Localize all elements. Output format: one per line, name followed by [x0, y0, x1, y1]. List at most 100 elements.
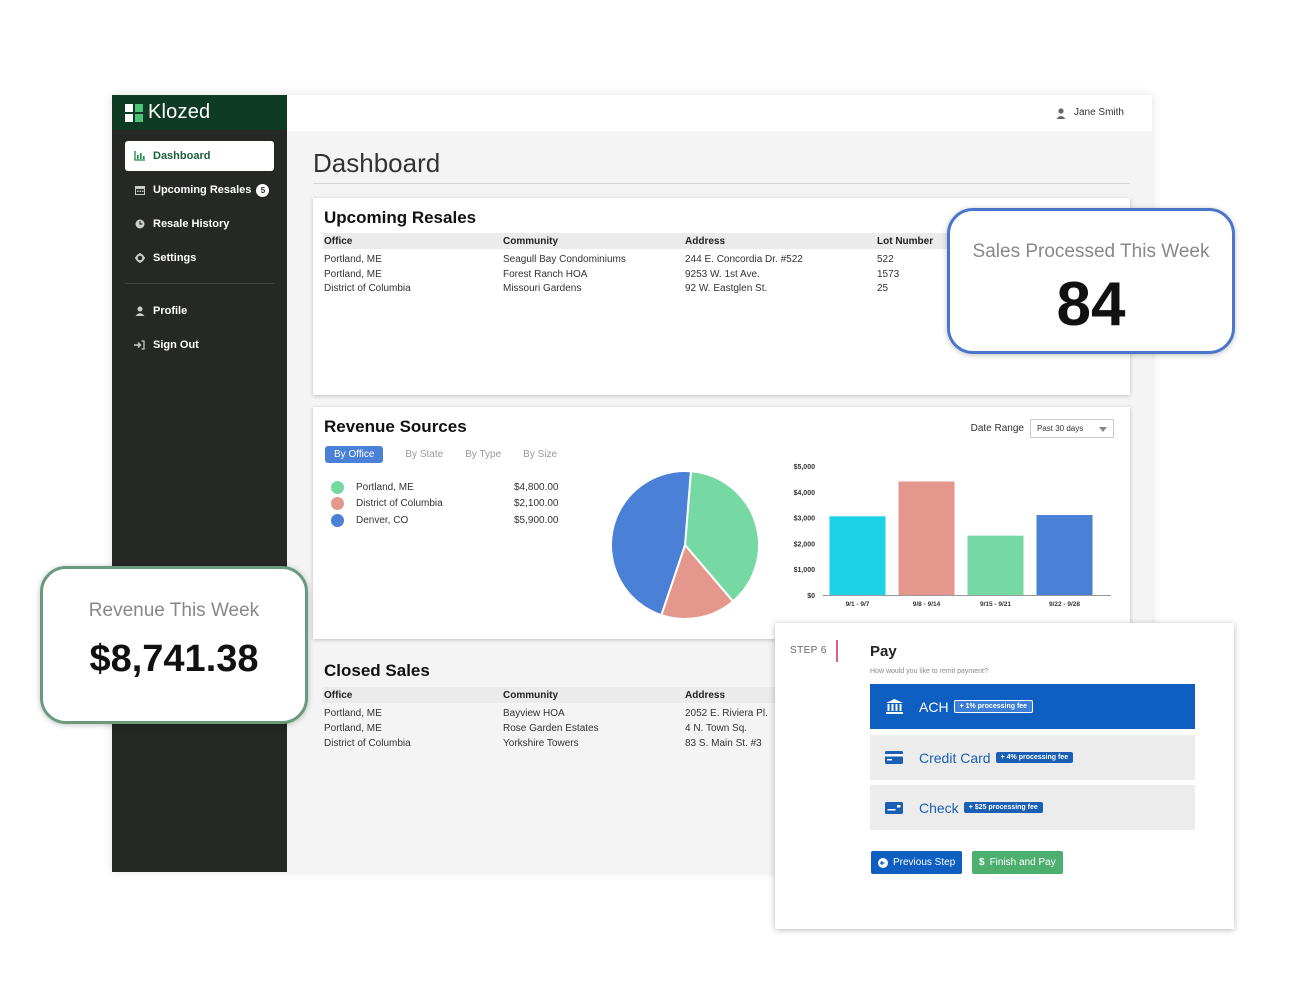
button-label: Previous Step — [893, 857, 956, 868]
user-name: Jane Smith — [1073, 107, 1124, 118]
tab-by-size[interactable]: By Size — [523, 446, 557, 463]
revenue-sources-panel: Revenue Sources By Office By State By Ty… — [313, 407, 1130, 639]
column-header: Address — [685, 236, 726, 247]
clock-icon — [134, 219, 145, 230]
tab-by-state[interactable]: By State — [405, 446, 443, 463]
table-cell: 25 — [877, 283, 889, 294]
payment-option-label: Check — [919, 799, 959, 816]
column-header: Lot Number — [877, 236, 934, 247]
sidebar-item-profile[interactable]: Profile — [125, 296, 274, 326]
pay-subtitle: How would you like to remit payment? — [870, 668, 988, 675]
bar — [829, 516, 886, 595]
x-tick-label: 9/1 - 9/7 — [846, 601, 870, 608]
step-indicator: STEP 6 — [790, 645, 827, 656]
date-range-select[interactable]: Past 30 days — [1030, 419, 1114, 438]
previous-step-button[interactable]: Previous Step — [871, 851, 963, 874]
x-tick-label: 9/8 - 9/14 — [913, 601, 941, 608]
step-divider — [836, 640, 838, 662]
legend-label: Denver, CO — [356, 514, 409, 526]
legend-swatch — [331, 480, 344, 494]
brand-logo-icon — [125, 103, 143, 122]
legend-item: District of Columbia $2,100.00 — [331, 495, 571, 511]
table-cell: Seagull Bay Condominiums — [503, 254, 626, 265]
bar — [967, 535, 1024, 595]
x-tick-label: 9/15 - 9/21 — [980, 601, 1011, 608]
table-cell: 92 W. Eastglen St. — [685, 283, 768, 294]
revenue-week-label: Revenue This Week — [88, 600, 260, 621]
y-tick-label: $1,000 — [794, 567, 816, 574]
sidebar-item-label: Profile — [153, 305, 188, 317]
sidebar-item-dashboard[interactable]: Dashboard — [125, 141, 274, 171]
legend-value: $4,800.00 — [514, 481, 559, 493]
y-tick-label: $3,000 — [794, 516, 816, 523]
bar — [898, 481, 955, 595]
page-title: Dashboard — [313, 148, 441, 178]
payment-option-label: ACH — [919, 698, 949, 715]
tab-by-office[interactable]: By Office — [325, 446, 384, 463]
date-range: Date Range Past 30 days — [971, 419, 1114, 438]
x-tick-label: 9/22 - 9/28 — [1049, 601, 1080, 608]
payment-option-check[interactable]: Check + $25 processing fee — [870, 785, 1195, 830]
sidebar-item-label: Upcoming Resales — [153, 184, 252, 196]
legend-value: $2,100.00 — [514, 497, 559, 509]
sidebar: Klozed Dashboard Upcoming Resales 5 Resa… — [112, 95, 287, 872]
table-cell: Missouri Gardens — [503, 283, 582, 294]
user-menu[interactable]: Jane Smith — [1056, 107, 1124, 119]
sales-processed-label: Sales Processed This Week — [972, 241, 1210, 262]
sidebar-item-resale-history[interactable]: Resale History — [125, 209, 274, 239]
column-header: Office — [324, 236, 353, 247]
table-cell: 244 E. Concordia Dr. #522 — [685, 254, 803, 265]
date-range-label: Date Range — [970, 423, 1024, 434]
button-label: Finish and Pay — [989, 857, 1056, 868]
fee-badge: + $25 processing fee — [963, 802, 1043, 813]
closed-sales-title: Closed Sales — [324, 661, 430, 680]
payment-option-credit-card[interactable]: Credit Card + 4% processing fee — [870, 735, 1195, 780]
column-header: Office — [324, 690, 353, 701]
table-cell: Portland, ME — [324, 254, 382, 265]
top-bar: Jane Smith — [287, 95, 1152, 131]
sidebar-item-label: Dashboard — [153, 150, 211, 162]
payment-option-label: Credit Card — [919, 749, 991, 766]
sidebar-item-label: Settings — [153, 252, 197, 264]
finish-and-pay-button[interactable]: $ Finish and Pay — [972, 851, 1063, 874]
bank-icon — [885, 699, 903, 714]
fee-badge: + 4% processing fee — [995, 752, 1074, 763]
table-cell: District of Columbia — [324, 283, 411, 294]
fee-badge: + 1% processing fee — [953, 700, 1034, 713]
sidebar-item-settings[interactable]: Settings — [125, 243, 274, 273]
title-divider — [313, 183, 1130, 184]
sidebar-item-sign-out[interactable]: Sign Out — [125, 330, 274, 360]
payment-option-ach[interactable]: ACH + 1% processing fee — [870, 684, 1195, 729]
credit-card-icon — [885, 751, 903, 765]
check-icon — [885, 801, 903, 815]
revenue-week-card: Revenue This Week $8,741.38 — [40, 566, 308, 724]
column-header: Community — [503, 236, 558, 247]
legend-label: Portland, ME — [356, 481, 414, 493]
table-cell: Yorkshire Towers — [503, 738, 579, 749]
gear-icon — [134, 253, 145, 264]
revenue-pie-chart — [610, 470, 760, 620]
table-cell: District of Columbia — [324, 738, 411, 749]
tab-by-type[interactable]: By Type — [465, 446, 501, 463]
table-cell: 4 N. Town Sq. — [685, 723, 748, 734]
y-tick-label: $5,000 — [794, 464, 816, 471]
table-cell: 1573 — [877, 269, 900, 280]
user-icon — [134, 306, 145, 317]
table-cell: Bayview HOA — [503, 708, 565, 719]
stage: Klozed Dashboard Upcoming Resales 5 Resa… — [0, 0, 1300, 1000]
revenue-week-value: $8,741.38 — [89, 638, 259, 680]
sidebar-item-upcoming-resales[interactable]: Upcoming Resales 5 — [125, 175, 274, 205]
legend-item: Portland, ME $4,800.00 — [331, 479, 571, 495]
sidebar-item-label: Sign Out — [153, 339, 199, 351]
column-header: Community — [503, 690, 558, 701]
brand: Klozed — [112, 95, 287, 130]
legend-swatch — [331, 513, 344, 527]
dollar-icon: $ — [979, 857, 985, 868]
legend-value: $5,900.00 — [514, 514, 559, 526]
table-cell: Forest Ranch HOA — [503, 269, 588, 280]
sidebar-divider — [125, 283, 274, 284]
bar-chart-icon — [134, 151, 145, 162]
brand-name: Klozed — [148, 101, 211, 123]
pay-title: Pay — [870, 643, 897, 660]
legend-item: Denver, CO $5,900.00 — [331, 512, 571, 528]
